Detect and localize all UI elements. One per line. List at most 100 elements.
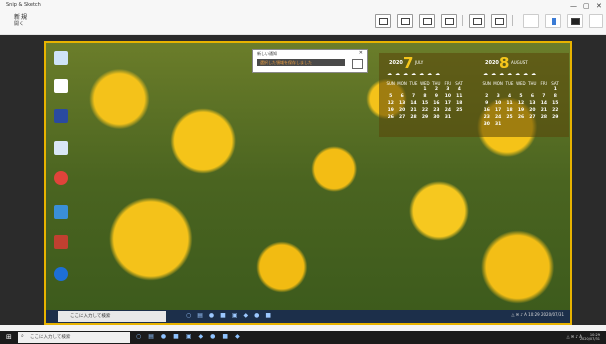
calendar-date: 11 bbox=[506, 101, 513, 106]
recycle-bin-icon[interactable] bbox=[54, 51, 68, 65]
calendar-date bbox=[515, 87, 526, 92]
canvas-area: 新しい通知 ✕ 選択した領域を保存しました 2020 7 JULY ☁☁☁☁☁☁… bbox=[0, 35, 606, 325]
clock[interactable]: 10:29 2020/07/31 bbox=[580, 333, 600, 341]
app-icon[interactable]: ▣ bbox=[232, 312, 244, 319]
app-title-bar: Snip & Sketch 新規 開く — ▢ ✕ bbox=[0, 0, 606, 35]
calendar-date bbox=[550, 122, 561, 127]
calendar-date: 27 bbox=[399, 115, 406, 120]
calendar-date: 26 bbox=[387, 115, 394, 120]
pinned-apps[interactable]: ○▤●■▣◆●■◆ bbox=[136, 333, 247, 340]
calendar-date: 16 bbox=[433, 101, 440, 106]
chrome-icon[interactable] bbox=[54, 171, 68, 185]
calendar-weekdays: SUN MON TUE WED THU FRI SAT bbox=[481, 81, 561, 86]
calendar-date bbox=[385, 87, 396, 92]
edge-icon[interactable] bbox=[54, 267, 68, 281]
app-icon[interactable]: ▤ bbox=[197, 312, 209, 319]
app-icon[interactable]: ● bbox=[210, 333, 222, 340]
calendar-date bbox=[408, 87, 419, 92]
calendar-date: 8 bbox=[553, 94, 557, 99]
popup-message: 選択した領域を保存しました bbox=[260, 60, 312, 65]
calendar-date bbox=[504, 122, 515, 127]
maximize-button[interactable]: ▢ bbox=[583, 2, 590, 10]
weekday-label: MON bbox=[397, 81, 407, 86]
weekday-label: TUE bbox=[409, 81, 418, 86]
touch-writing-button[interactable] bbox=[375, 14, 391, 28]
calendar-date: 3 bbox=[496, 94, 500, 99]
app-icon[interactable]: ◆ bbox=[235, 333, 247, 340]
calendar-date: 28 bbox=[540, 115, 547, 120]
calendar-weekdays: SUN MON TUE WED THU FRI SAT bbox=[385, 81, 465, 86]
weekday-label: TUE bbox=[505, 81, 514, 86]
more-button[interactable] bbox=[589, 14, 603, 28]
document-icon[interactable] bbox=[54, 79, 68, 93]
inner-system-tray[interactable]: △ ✉ ♪ A 10:29 2020/07/31 bbox=[511, 312, 564, 317]
calendar-date: 8 bbox=[423, 94, 427, 99]
app-icon[interactable]: ● bbox=[161, 333, 173, 340]
calendar-date: 15 bbox=[421, 101, 429, 106]
settings-shortcut-icon[interactable] bbox=[54, 141, 68, 155]
app-icon[interactable]: ▤ bbox=[148, 333, 161, 340]
app-shortcut-icon[interactable] bbox=[54, 109, 68, 123]
calendar-header: 2020 8 AUGUST bbox=[477, 54, 563, 72]
minimize-button[interactable]: — bbox=[570, 2, 577, 10]
toolbar-divider bbox=[512, 15, 513, 26]
calendar-date: 27 bbox=[529, 115, 536, 120]
calendar-date: 17 bbox=[495, 108, 502, 113]
calendar-date: 18 bbox=[456, 101, 463, 106]
calendar-date bbox=[492, 87, 503, 92]
calendar-date: 23 bbox=[433, 108, 440, 113]
zoom-button[interactable] bbox=[545, 14, 561, 28]
weekday-label: THU bbox=[528, 81, 537, 86]
calendar-date: 16 bbox=[483, 108, 490, 113]
calendar-date: 5 bbox=[389, 94, 393, 99]
app-icon[interactable]: ■ bbox=[222, 333, 235, 340]
app-icon[interactable]: ● bbox=[254, 312, 265, 319]
calendar-date bbox=[515, 122, 526, 127]
popup-action-button[interactable] bbox=[352, 59, 363, 69]
shortcut-icon[interactable] bbox=[54, 235, 68, 249]
app-icon[interactable]: ○ bbox=[186, 312, 197, 319]
weekday-label: FRI bbox=[444, 81, 451, 86]
calendar-month-august: 2020 8 AUGUST ☁☁☁☁☁☁☁ SUN MON TUE WED THU FRI… bbox=[477, 54, 563, 127]
save-button[interactable] bbox=[567, 14, 583, 28]
app-icon[interactable]: ■ bbox=[265, 312, 277, 319]
inner-search-box[interactable]: ここに入力して検索 bbox=[58, 311, 166, 322]
search-icon: ⌕ bbox=[21, 333, 24, 339]
calendar-date: 18 bbox=[506, 108, 513, 113]
highlighter-icon bbox=[445, 18, 454, 25]
captured-screenshot[interactable]: 新しい通知 ✕ 選択した領域を保存しました 2020 7 JULY ☁☁☁☁☁☁… bbox=[44, 41, 572, 325]
close-button[interactable]: ✕ bbox=[596, 2, 602, 10]
highlighter-button[interactable] bbox=[441, 14, 457, 28]
calendar-date: 29 bbox=[421, 115, 429, 120]
crop-button[interactable] bbox=[523, 14, 539, 28]
app-icon[interactable]: ■ bbox=[173, 333, 186, 340]
start-button[interactable]: ⊞ bbox=[6, 333, 14, 341]
weekday-label: SUN bbox=[482, 81, 491, 86]
weekday-label: SAT bbox=[551, 81, 559, 86]
app-icon[interactable]: ◆ bbox=[199, 333, 211, 340]
calendar-date: 9 bbox=[434, 94, 438, 99]
weather-icons: ☁☁☁☁☁☁☁ bbox=[483, 71, 539, 77]
new-dropdown-label[interactable]: 開く bbox=[14, 20, 24, 27]
eraser-button[interactable] bbox=[469, 14, 485, 28]
app-icon[interactable]: ◆ bbox=[244, 312, 255, 319]
calendar-date: 15 bbox=[552, 101, 559, 106]
calendar-date: 5 bbox=[519, 94, 523, 99]
ballpoint-pen-button[interactable] bbox=[397, 14, 413, 28]
ruler-button[interactable] bbox=[491, 14, 507, 28]
touch-writing-icon bbox=[379, 18, 388, 25]
app-icon[interactable]: ■ bbox=[220, 312, 232, 319]
app-icon[interactable]: ▣ bbox=[186, 333, 199, 340]
calendar-date: 4 bbox=[507, 94, 512, 99]
calendar-date: 24 bbox=[495, 115, 502, 120]
app-icon[interactable]: ○ bbox=[136, 333, 148, 340]
inner-pinned-apps[interactable]: ○▤●■▣◆●■ bbox=[186, 312, 277, 319]
app-icon[interactable]: ● bbox=[209, 312, 220, 319]
weather-icons: ☁☁☁☁☁☁☁ bbox=[387, 71, 443, 77]
taskbar-search-box[interactable]: ⌕ ここに入力して検索 bbox=[18, 332, 130, 343]
calendar-date: 1 bbox=[423, 87, 427, 92]
shortcut-icon[interactable] bbox=[54, 205, 68, 219]
calendar-date bbox=[527, 87, 538, 92]
pencil-button[interactable] bbox=[419, 14, 435, 28]
popup-close-button[interactable]: ✕ bbox=[359, 50, 363, 56]
